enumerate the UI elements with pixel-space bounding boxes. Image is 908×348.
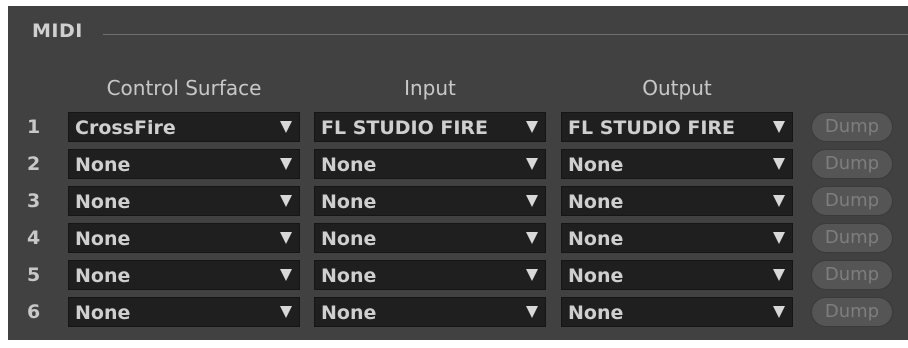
- select-value: None: [321, 228, 377, 250]
- input-select-1[interactable]: FL STUDIO FIRE: [314, 112, 546, 142]
- section-title: MIDI: [32, 20, 83, 42]
- column-header-input: Input: [404, 76, 456, 100]
- triangle-down-icon: [773, 121, 785, 133]
- output-select-1[interactable]: FL STUDIO FIRE: [561, 112, 793, 142]
- row-number: 4: [27, 227, 41, 249]
- triangle-down-icon: [773, 232, 785, 244]
- triangle-down-icon: [280, 195, 292, 207]
- triangle-down-icon: [280, 232, 292, 244]
- triangle-down-icon: [526, 158, 538, 170]
- triangle-down-icon: [280, 269, 292, 281]
- triangle-down-icon: [526, 121, 538, 133]
- dump-button-1[interactable]: Dump: [811, 112, 893, 142]
- row-number: 5: [27, 264, 41, 286]
- triangle-down-icon: [526, 306, 538, 318]
- select-value: None: [568, 154, 624, 176]
- triangle-down-icon: [526, 195, 538, 207]
- triangle-down-icon: [773, 269, 785, 281]
- select-value: None: [75, 228, 131, 250]
- control-surface-select-5[interactable]: None: [68, 260, 300, 290]
- triangle-down-icon: [526, 232, 538, 244]
- select-value: None: [568, 191, 624, 213]
- control-surface-select-6[interactable]: None: [68, 297, 300, 327]
- select-value: FL STUDIO FIRE: [568, 117, 736, 139]
- column-header-control-surface: Control Surface: [106, 76, 262, 100]
- select-value: None: [321, 191, 377, 213]
- control-surface-select-4[interactable]: None: [68, 223, 300, 253]
- output-select-2[interactable]: None: [561, 149, 793, 179]
- column-header-output: Output: [642, 76, 712, 100]
- select-value: None: [568, 265, 624, 287]
- select-value: None: [321, 302, 377, 324]
- triangle-down-icon: [280, 121, 292, 133]
- select-value: None: [75, 265, 131, 287]
- select-value: None: [75, 191, 131, 213]
- triangle-down-icon: [280, 158, 292, 170]
- select-value: None: [568, 302, 624, 324]
- select-value: None: [321, 265, 377, 287]
- output-select-5[interactable]: None: [561, 260, 793, 290]
- select-value: None: [568, 228, 624, 250]
- input-select-2[interactable]: None: [314, 149, 546, 179]
- dump-button-3[interactable]: Dump: [811, 186, 893, 216]
- row-number: 1: [27, 116, 41, 138]
- select-value: FL STUDIO FIRE: [321, 117, 489, 139]
- dump-button-2[interactable]: Dump: [811, 149, 893, 179]
- control-surface-select-1[interactable]: CrossFire: [68, 112, 300, 142]
- section-divider: [103, 34, 908, 35]
- output-select-4[interactable]: None: [561, 223, 793, 253]
- dump-button-6[interactable]: Dump: [811, 297, 893, 327]
- select-value: None: [75, 154, 131, 176]
- midi-preferences-panel: MIDI Control Surface Input Output 1 Cros…: [8, 6, 908, 340]
- triangle-down-icon: [773, 195, 785, 207]
- triangle-down-icon: [773, 158, 785, 170]
- output-select-3[interactable]: None: [561, 186, 793, 216]
- row-number: 6: [27, 301, 41, 323]
- row-number: 3: [27, 190, 41, 212]
- select-value: None: [75, 302, 131, 324]
- select-value: CrossFire: [75, 117, 176, 139]
- dump-button-5[interactable]: Dump: [811, 260, 893, 290]
- triangle-down-icon: [526, 269, 538, 281]
- control-surface-select-2[interactable]: None: [68, 149, 300, 179]
- output-select-6[interactable]: None: [561, 297, 793, 327]
- input-select-6[interactable]: None: [314, 297, 546, 327]
- triangle-down-icon: [773, 306, 785, 318]
- select-value: None: [321, 154, 377, 176]
- input-select-3[interactable]: None: [314, 186, 546, 216]
- input-select-4[interactable]: None: [314, 223, 546, 253]
- dump-button-4[interactable]: Dump: [811, 223, 893, 253]
- row-number: 2: [27, 153, 41, 175]
- control-surface-select-3[interactable]: None: [68, 186, 300, 216]
- triangle-down-icon: [280, 306, 292, 318]
- input-select-5[interactable]: None: [314, 260, 546, 290]
